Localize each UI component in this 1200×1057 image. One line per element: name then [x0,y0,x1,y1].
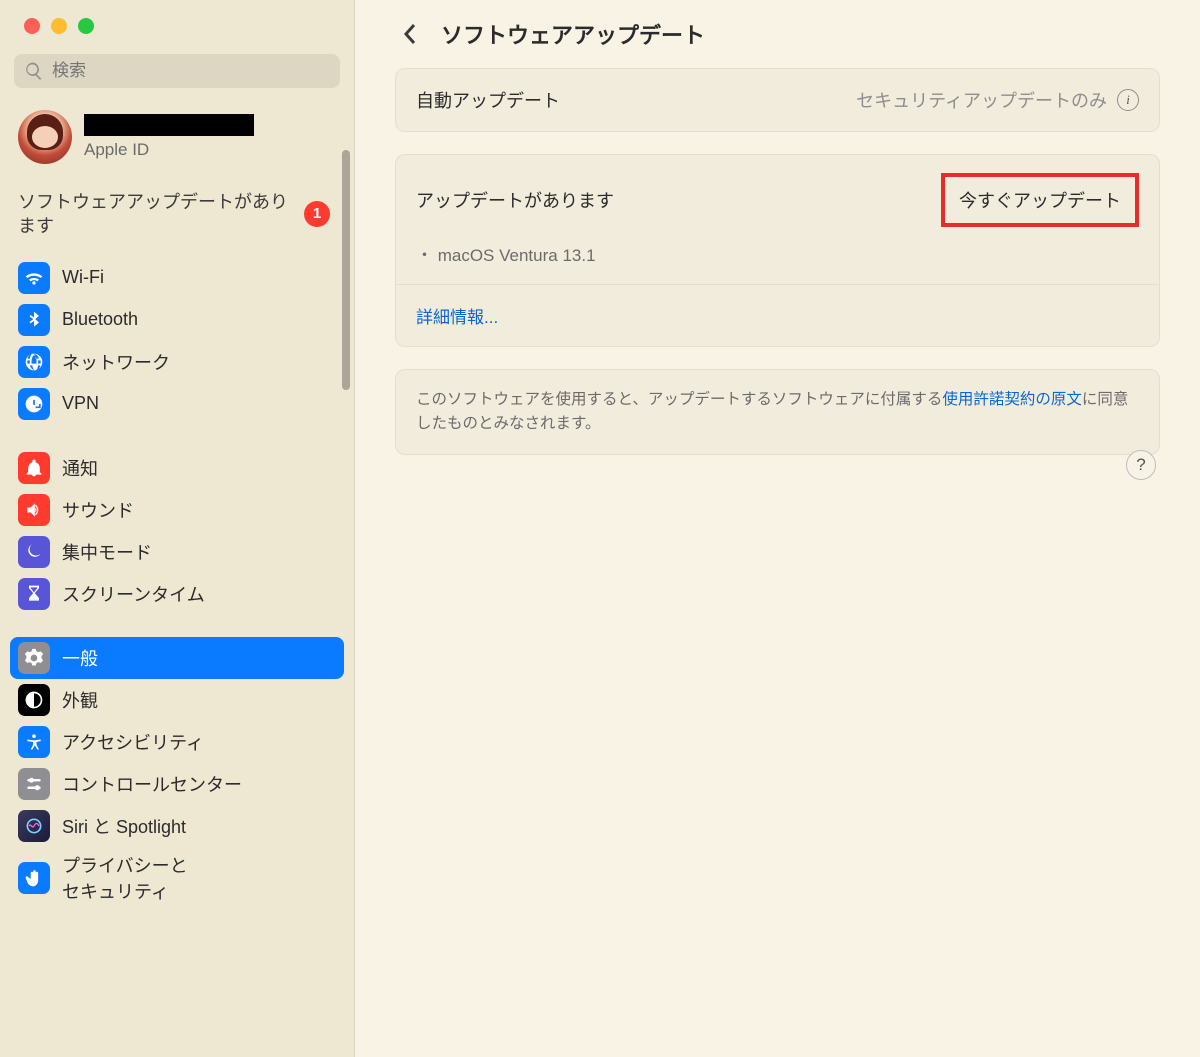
account-name-redacted [84,114,254,136]
sidebar-item-bluetooth[interactable]: Bluetooth [10,299,344,341]
sidebar-item-privacy[interactable]: プライバシーと セキュリティ [10,847,344,909]
nav-group-network: Wi-Fi Bluetooth ネットワーク VPN [0,253,354,429]
search-icon [24,61,44,81]
nav-group-alerts: 通知 サウンド 集中モード スクリーンタイム [0,443,354,619]
sidebar-item-label: 外観 [62,687,98,713]
hand-icon [18,862,50,894]
update-available-row: アップデートがあります 今すぐアップデート [396,155,1159,237]
info-icon[interactable]: i [1117,89,1139,111]
sidebar-item-label: Bluetooth [62,309,138,330]
update-notice-text: ソフトウェアアップデートがあります [18,190,304,239]
sidebar-item-label: Siri と Spotlight [62,813,186,839]
scrollbar[interactable] [342,150,350,390]
auto-update-value: セキュリティアップデートのみ [856,87,1107,113]
update-item: ・ macOS Ventura 13.1 [396,237,1159,285]
wifi-icon [18,262,50,294]
sidebar-item-label: アクセシビリティ [62,729,204,755]
maximize-button[interactable] [78,18,94,34]
speaker-icon [18,494,50,526]
update-heading: アップデートがあります [416,187,614,213]
updates-card: アップデートがあります 今すぐアップデート ・ macOS Ventura 13… [395,154,1160,347]
search-field[interactable] [14,54,340,88]
moon-icon [18,536,50,568]
sidebar-item-label: 通知 [62,455,98,481]
sidebar: Apple ID ソフトウェアアップデートがあります 1 Wi-Fi Bluet… [0,0,355,1057]
sidebar-item-label: 集中モード [62,539,152,565]
gear-icon [18,642,50,674]
sidebar-item-label: コントロールセンター [62,771,242,797]
sidebar-item-control-center[interactable]: コントロールセンター [10,763,344,805]
sidebar-item-screentime[interactable]: スクリーンタイム [10,573,344,615]
sidebar-item-label: サウンド [62,497,134,523]
account-row[interactable]: Apple ID [0,100,354,176]
sidebar-item-siri-spotlight[interactable]: Siri と Spotlight [10,805,344,847]
auto-update-label: 自動アップデート [416,87,560,113]
chevron-left-icon [402,22,418,46]
sidebar-item-accessibility[interactable]: アクセシビリティ [10,721,344,763]
vpn-icon [18,388,50,420]
more-info-link[interactable]: 詳細情報... [396,285,1159,346]
agreement-prefix: このソフトウェアを使用すると、アップデートするソフトウェアに付属する [416,391,942,408]
siri-icon [18,810,50,842]
agreement-text: このソフトウェアを使用すると、アップデートするソフトウェアに付属する使用許諾契約… [396,370,1159,454]
window-controls [0,0,354,44]
account-sub: Apple ID [84,140,254,160]
close-button[interactable] [24,18,40,34]
sidebar-item-notifications[interactable]: 通知 [10,447,344,489]
sliders-icon [18,768,50,800]
accessibility-icon [18,726,50,758]
sidebar-item-label: ネットワーク [62,349,170,375]
sidebar-item-label: VPN [62,393,99,414]
update-badge: 1 [304,201,330,227]
contrast-icon [18,684,50,716]
search-input[interactable] [52,61,330,81]
sidebar-item-label: Wi-Fi [62,267,104,288]
sidebar-item-label: 一般 [62,645,98,671]
back-button[interactable] [395,19,425,49]
nav-group-system: 一般 外観 アクセシビリティ コントロールセンター Siri と Spotlig… [0,633,354,913]
update-notice[interactable]: ソフトウェアアップデートがあります 1 [0,176,354,253]
sidebar-item-label: プライバシーと セキュリティ [62,852,188,904]
sidebar-item-network[interactable]: ネットワーク [10,341,344,383]
sidebar-item-vpn[interactable]: VPN [10,383,344,425]
sidebar-item-wifi[interactable]: Wi-Fi [10,257,344,299]
avatar [18,110,72,164]
sidebar-item-focus[interactable]: 集中モード [10,531,344,573]
agreement-card: このソフトウェアを使用すると、アップデートするソフトウェアに付属する使用許諾契約… [395,369,1160,455]
hourglass-icon [18,578,50,610]
account-info: Apple ID [84,114,254,160]
page-title: ソフトウェアアップデート [441,18,705,50]
main-panel: ソフトウェアアップデート 自動アップデート セキュリティアップデートのみ i ア… [355,0,1200,1057]
search-wrap [0,44,354,100]
bell-icon [18,452,50,484]
help-button[interactable]: ? [1126,450,1156,480]
update-now-button[interactable]: 今すぐアップデート [941,173,1139,227]
main-header: ソフトウェアアップデート [395,18,1160,68]
minimize-button[interactable] [51,18,67,34]
sidebar-item-appearance[interactable]: 外観 [10,679,344,721]
globe-icon [18,346,50,378]
bluetooth-icon [18,304,50,336]
auto-update-row[interactable]: 自動アップデート セキュリティアップデートのみ i [396,69,1159,131]
sidebar-item-sound[interactable]: サウンド [10,489,344,531]
sidebar-item-label: スクリーンタイム [62,581,205,607]
license-link[interactable]: 使用許諾契約の原文 [942,391,1082,408]
sidebar-item-general[interactable]: 一般 [10,637,344,679]
auto-update-card: 自動アップデート セキュリティアップデートのみ i [395,68,1160,132]
